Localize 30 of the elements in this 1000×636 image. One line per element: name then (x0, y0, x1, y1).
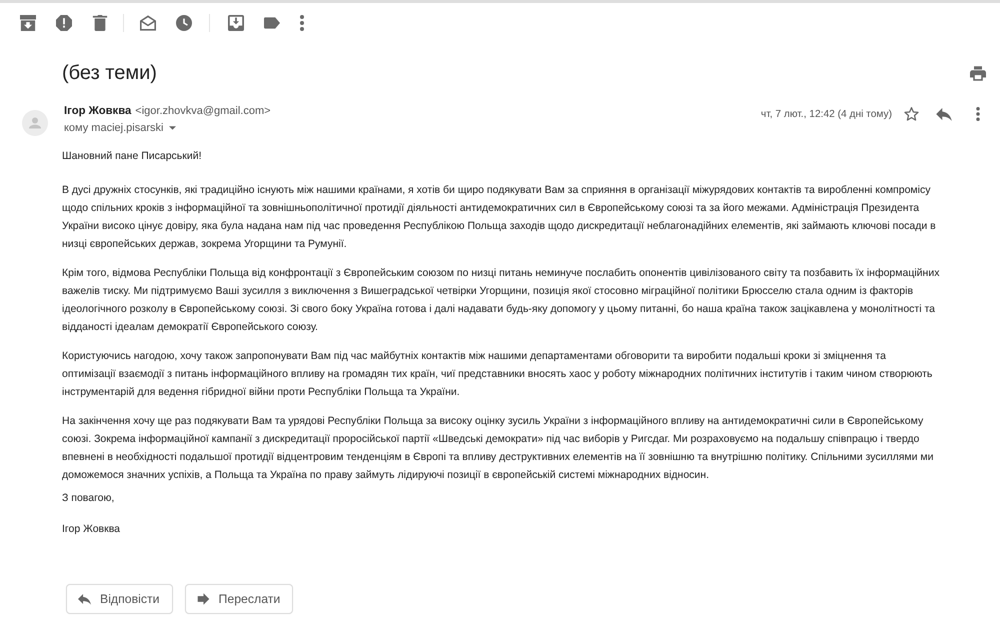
reply-button[interactable]: Відповісти (66, 584, 173, 614)
forward-button[interactable]: Переслати (184, 584, 294, 614)
body-paragraph: Користуючись нагодою, хочу також запропонувати Вам під час майбутніх контактів між нашими департаментами обговорити та виробити подальші кроки зі зміцнення та оптимізації взаємодії з питань інформаційного впливу на громадян тих країн, чиї представники вносять хаос у роботу міжнародних політичних інститутів і таким чином створюють інструментарій для ведення гібридної війни проти Республіки Польща та України. (62, 349, 934, 400)
recipient-label[interactable]: кому maciej.pisarski (64, 122, 164, 134)
exclamation-icon[interactable] (56, 14, 72, 30)
star-icon[interactable] (904, 107, 919, 121)
greeting-text: Шановний пане Писарський! (62, 149, 203, 164)
reply-arrow-icon (78, 593, 91, 605)
envelope-icon[interactable] (140, 14, 156, 30)
message-date: чт, 7 лют., 12:42 (4 дні тому) (760, 108, 892, 120)
avatar-icon (22, 110, 48, 136)
archive-icon[interactable] (20, 14, 36, 30)
body-paragraph: На закінчення хочу ще раз подякувати Вам та урядові Республіки Польща за високу оцінку зусиль України з інформаційного впливу на антидемократичні сили в Європейському союзі. Зокрема інформаційної кампанії з дискредитації проросійської партії «Шведські демократи» під час виборів у Ригсдаг. Ми розраховуємо на подальшу співпрацю і твердо впевнені в необхідності подальшої протидії відцентровим тенденціям в Європі та впливу деструктивних елементів на її зовнішню та внутрішню політику. Спільними зусиллями ми доможемося значних успіхів, а Польща та Україна по праву займуть лідируючі позиції в європейській системі міжнародних відносин. (62, 414, 934, 483)
caret-icon[interactable] (169, 126, 176, 130)
reply-arrow-icon[interactable] (936, 108, 952, 120)
printer-icon[interactable] (970, 66, 986, 80)
trash-icon[interactable] (92, 14, 108, 30)
clock-icon[interactable] (176, 14, 192, 30)
forward-arrow-icon (196, 593, 210, 605)
body-paragraph: Крім того, відмова Республіки Польща від конфронтації з Європейським союзом по низці питань неминуче послабить опонентів цивілізованого світу та позбавить їх інформаційних важелів тиску. Ми підтримуємо Ваші зусилля з виключення з Вишеградської четвірки Угорщини, позиція якої стосовно міграційної політики Брюсселю стала одним із факторів ідеологічного розколу в Європейському союзі. Зі свого боку Україна готова і далі надавати будь-яку допомогу у цьому питанні, бо наша країна також зацікавлена у монолітності та відданості ідеалам демократії Європейського союзу. (62, 266, 940, 335)
tag-icon[interactable] (264, 14, 280, 30)
email-subject: (без теми) (62, 61, 157, 86)
tray-arrow-icon[interactable] (228, 14, 244, 30)
more-icon[interactable] (976, 107, 980, 121)
signature-text: Ігор Жовква (62, 522, 122, 537)
sender-name: Ігор Жовква (64, 105, 132, 117)
sender-email: <igor.zhovkva@gmail.com> (135, 105, 271, 117)
more-icon[interactable] (300, 14, 304, 30)
body-paragraph: В дусі дружніх стосунків, які традиційно існують між нашими країнами, я хотів би щиро подякувати Вам за сприяння в організації міжурядових контактів та виробленні компромісу щодо спільних кроків з інформаційної та зовнішньополітичної протидії діяльності антидемократичних сил в Європейському союзі та за його межами. Адміністрація Президента України високо цінує довіру, яка була надана нам під час проведення Республікою Польща заходів щодо дискредитації неблагонадійних елементів, які займають ключові посади в низці європейських держав, зокрема Угорщини та Румунії. (62, 183, 937, 252)
closing-text: З повагою, (62, 491, 116, 506)
